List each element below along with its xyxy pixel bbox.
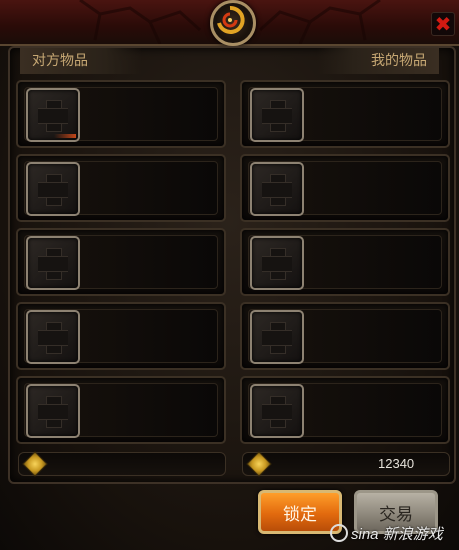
my-item-slot-1[interactable] xyxy=(240,80,450,148)
watermark-brand: sina xyxy=(351,526,379,543)
my-gold-input[interactable] xyxy=(242,452,450,476)
empty-slot-cross-icon xyxy=(250,384,304,438)
opponent-item-slot-2[interactable] xyxy=(16,154,226,222)
sina-eye-logo-icon xyxy=(330,524,348,542)
my-item-slot-3[interactable] xyxy=(240,228,450,296)
empty-slot-cross-icon xyxy=(250,236,304,290)
opponent-item-slot-1[interactable] xyxy=(16,80,226,148)
empty-slot-cross-icon xyxy=(26,236,80,290)
my-item-slot-5[interactable] xyxy=(240,376,450,444)
close-x-icon: ✖ xyxy=(434,12,452,36)
opponent-items-header: 对方物品 xyxy=(20,48,142,74)
my-item-slot-2[interactable] xyxy=(240,154,450,222)
empty-slot-cross-icon xyxy=(250,162,304,216)
opponent-item-slot-3[interactable] xyxy=(16,228,226,296)
my-gold-value[interactable]: 12340 xyxy=(378,452,414,476)
title-bar: ✖ xyxy=(0,0,459,46)
sina-watermark: sina 新浪游戏 xyxy=(330,523,443,544)
empty-slot-cross-icon xyxy=(26,88,80,142)
my-item-slot-4[interactable] xyxy=(240,302,450,370)
opponent-item-slot-5[interactable] xyxy=(16,376,226,444)
empty-slot-cross-icon xyxy=(250,310,304,364)
spiral-emblem-icon xyxy=(210,0,256,46)
empty-slot-cross-icon xyxy=(26,162,80,216)
close-button[interactable]: ✖ xyxy=(431,12,455,36)
empty-slot-cross-icon xyxy=(26,384,80,438)
empty-slot-cross-icon xyxy=(26,310,80,364)
empty-slot-cross-icon xyxy=(250,88,304,142)
trade-window: ✖ 对方物品 我的物品 12340 锁定 交易 sina 新浪游戏 xyxy=(0,0,459,550)
my-items-header: 我的物品 xyxy=(317,48,439,74)
watermark-text: 新浪游戏 xyxy=(382,526,443,543)
opponent-item-slot-4[interactable] xyxy=(16,302,226,370)
opponent-gold-field xyxy=(18,452,226,476)
